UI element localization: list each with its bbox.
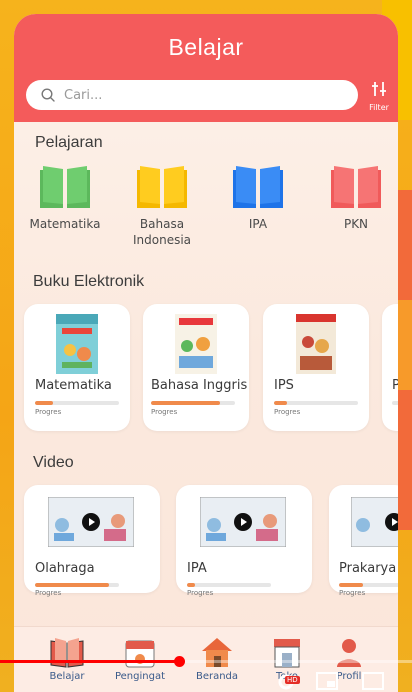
video-scrubber-handle[interactable] xyxy=(174,656,185,667)
book-icon xyxy=(233,166,283,208)
nav-item-beranda[interactable]: Beranda xyxy=(182,635,252,682)
section-title-buku-elektronik: Buku Elektronik xyxy=(33,273,145,290)
progress-label: Progres xyxy=(339,589,366,597)
subject-label: Bahasa Indonesia xyxy=(132,217,192,247)
progress-label: Progres xyxy=(35,589,62,597)
subject-pkn[interactable]: PKN xyxy=(316,164,396,232)
nav-item-belajar[interactable]: Belajar xyxy=(32,635,102,682)
book-cover-image xyxy=(56,314,98,374)
play-icon[interactable] xyxy=(385,513,398,531)
nav-item-pengingat[interactable]: Pengingat xyxy=(105,635,175,682)
book-icon xyxy=(331,166,381,208)
home-icon xyxy=(202,638,232,667)
play-icon[interactable] xyxy=(234,513,252,531)
progress-fill xyxy=(35,583,109,587)
video-card-olahraga[interactable]: Olahraga Progres xyxy=(24,485,160,597)
progress-bar xyxy=(35,583,119,587)
book-cover-image xyxy=(296,314,336,374)
nav-label: Beranda xyxy=(195,671,239,682)
fullscreen-icon[interactable] xyxy=(362,672,384,690)
book-icon xyxy=(40,166,90,208)
book-cover-image xyxy=(175,314,217,374)
card-label: IPS xyxy=(274,378,294,393)
subject-label: Matematika xyxy=(29,217,101,231)
subject-bahasa-indonesia[interactable]: Bahasa Indonesia xyxy=(122,164,202,248)
card-label: Bahasa Inggris xyxy=(151,378,248,393)
subject-ipa[interactable]: IPA xyxy=(218,164,298,232)
ebook-card-partial[interactable]: P xyxy=(382,304,398,431)
header-bar: Belajar Filter xyxy=(14,14,398,122)
progress-fill xyxy=(274,401,287,405)
progress-fill xyxy=(187,583,196,587)
bottom-nav: Belajar Pengingat Beranda Tok xyxy=(14,626,398,692)
ebook-card-bahasa-inggris[interactable]: Bahasa Inggris Progres xyxy=(143,304,249,431)
card-label: Matematika xyxy=(35,378,112,393)
card-label: IPA xyxy=(187,561,207,576)
ebook-card-matematika[interactable]: Matematika Progres xyxy=(24,304,130,431)
progress-bar xyxy=(151,401,235,405)
video-card-prakarya[interactable]: Prakarya Progres xyxy=(329,485,398,597)
search-bar[interactable] xyxy=(26,80,358,110)
app-screen: Belajar Filter Pelajaran Matem xyxy=(14,14,398,692)
nav-label: Pengingat xyxy=(114,671,166,682)
progress-label: Progres xyxy=(35,408,62,416)
filter-label: Filter xyxy=(369,103,389,112)
video-card-ipa[interactable]: IPA Progres xyxy=(176,485,312,597)
user-icon xyxy=(337,639,361,667)
calendar-icon xyxy=(125,640,155,668)
card-label: Olahraga xyxy=(35,561,95,576)
hd-badge: HD xyxy=(285,676,300,684)
progress-label: Progres xyxy=(187,589,214,597)
filter-icon xyxy=(372,82,386,96)
video-progress-played xyxy=(0,660,180,663)
progress-label: Progres xyxy=(274,408,301,416)
progress-fill xyxy=(339,583,363,587)
store-icon xyxy=(274,639,300,668)
subject-label: PKN xyxy=(343,217,369,231)
progress-bar xyxy=(392,401,398,405)
miniplayer-icon[interactable] xyxy=(316,672,338,690)
book-icon xyxy=(50,638,84,668)
progress-label: Progres xyxy=(151,408,178,416)
subject-label: IPA xyxy=(248,217,268,231)
book-icon xyxy=(137,166,187,208)
section-title-video: Video xyxy=(33,454,74,471)
search-icon xyxy=(41,88,55,102)
progress-bar xyxy=(35,401,119,405)
filter-button[interactable]: Filter xyxy=(364,80,394,112)
search-input[interactable] xyxy=(64,87,334,103)
progress-fill xyxy=(35,401,54,405)
ebook-card-ips[interactable]: IPS Progres xyxy=(263,304,369,431)
progress-bar xyxy=(274,401,358,405)
progress-bar xyxy=(339,583,398,587)
subject-matematika[interactable]: Matematika xyxy=(25,164,105,232)
play-icon[interactable] xyxy=(82,513,100,531)
progress-bar xyxy=(187,583,271,587)
nav-label: Belajar xyxy=(49,671,85,682)
card-label: Prakarya xyxy=(339,561,397,576)
page-title: Belajar xyxy=(168,34,244,60)
section-title-pelajaran: Pelajaran xyxy=(35,134,103,151)
progress-fill xyxy=(151,401,220,405)
card-label: P xyxy=(392,378,398,393)
